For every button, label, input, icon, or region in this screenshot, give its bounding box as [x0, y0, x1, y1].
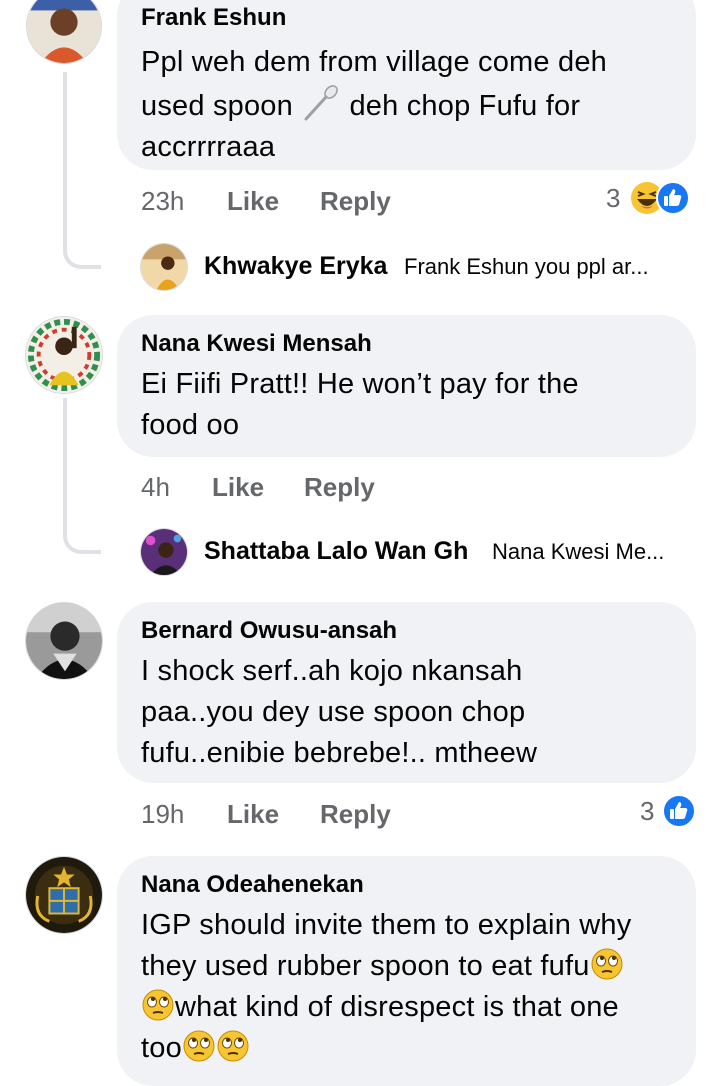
reply-snippet: Nana Kwesi Me...	[492, 539, 665, 564]
like-button[interactable]: Like	[227, 186, 279, 217]
reply-author[interactable]: Khwakye Eryka	[204, 252, 387, 281]
eye-roll-emoji-icon	[216, 1029, 250, 1063]
like-icon	[656, 181, 690, 215]
reply-avatar	[140, 528, 188, 576]
avatar[interactable]	[25, 856, 103, 934]
comment-bubble: Nana Kwesi Mensah Ei Fiifi Pratt!! He wo…	[117, 315, 696, 457]
eye-roll-emoji-icon	[590, 947, 624, 981]
like-icon	[662, 794, 696, 828]
reply-thread-line	[63, 398, 101, 554]
eye-roll-emoji-icon	[182, 1029, 216, 1063]
commenter-name[interactable]: Frank Eshun	[141, 4, 672, 32]
avatar[interactable]	[25, 316, 103, 394]
reply-button[interactable]: Reply	[320, 799, 391, 830]
eye-roll-emoji-icon	[141, 988, 175, 1022]
comment-meta: 4h Like Reply	[141, 472, 441, 504]
reply-button[interactable]: Reply	[304, 472, 375, 503]
reaction-summary[interactable]: 3	[606, 181, 696, 215]
comment-time[interactable]: 23h	[141, 186, 184, 217]
commenter-name[interactable]: Bernard Owusu-ansah	[141, 617, 672, 645]
reply-preview[interactable]: Khwakye Eryka Frank Eshun you ppl ar...	[140, 243, 700, 291]
comment-time[interactable]: 19h	[141, 799, 184, 830]
comment-meta: 23h Like Reply	[141, 186, 441, 218]
reply-button[interactable]: Reply	[320, 186, 391, 217]
comment-text: I shock serf..ah kojo nkansah paa..you d…	[141, 655, 538, 769]
comment-bubble: Bernard Owusu-ansah I shock serf..ah koj…	[117, 602, 696, 783]
comment-bubble: Nana Odeahenekan IGP should invite them …	[117, 856, 696, 1086]
reaction-count: 3	[606, 183, 621, 213]
comment-time[interactable]: 4h	[141, 472, 170, 503]
comment-text: Ppl weh dem from village come deh used s…	[141, 46, 607, 163]
comment-meta: 19h Like Reply	[141, 799, 441, 831]
reply-author[interactable]: Shattaba Lalo Wan Gh	[204, 537, 468, 566]
spoon-icon	[301, 83, 341, 123]
comment-text: Ei Fiifi Pratt!! He won’t pay for the fo…	[141, 368, 579, 441]
reaction-summary[interactable]: 3	[640, 794, 696, 828]
commenter-name[interactable]: Nana Kwesi Mensah	[141, 330, 672, 358]
avatar[interactable]	[25, 602, 103, 680]
reply-avatar	[140, 243, 188, 291]
commenter-name[interactable]: Nana Odeahenekan	[141, 871, 672, 899]
reply-preview[interactable]: Shattaba Lalo Wan Gh Nana Kwesi Me...	[140, 528, 700, 576]
avatar[interactable]	[26, 0, 102, 64]
comment-text: IGP should invite them to explain why th…	[141, 909, 632, 1064]
like-button[interactable]: Like	[212, 472, 264, 503]
reply-snippet: Frank Eshun you ppl ar...	[404, 254, 649, 279]
like-button[interactable]: Like	[227, 799, 279, 830]
reaction-count: 3	[640, 796, 655, 826]
comment-bubble: Frank Eshun Ppl weh dem from village com…	[117, 0, 696, 170]
reply-thread-line	[63, 72, 101, 269]
